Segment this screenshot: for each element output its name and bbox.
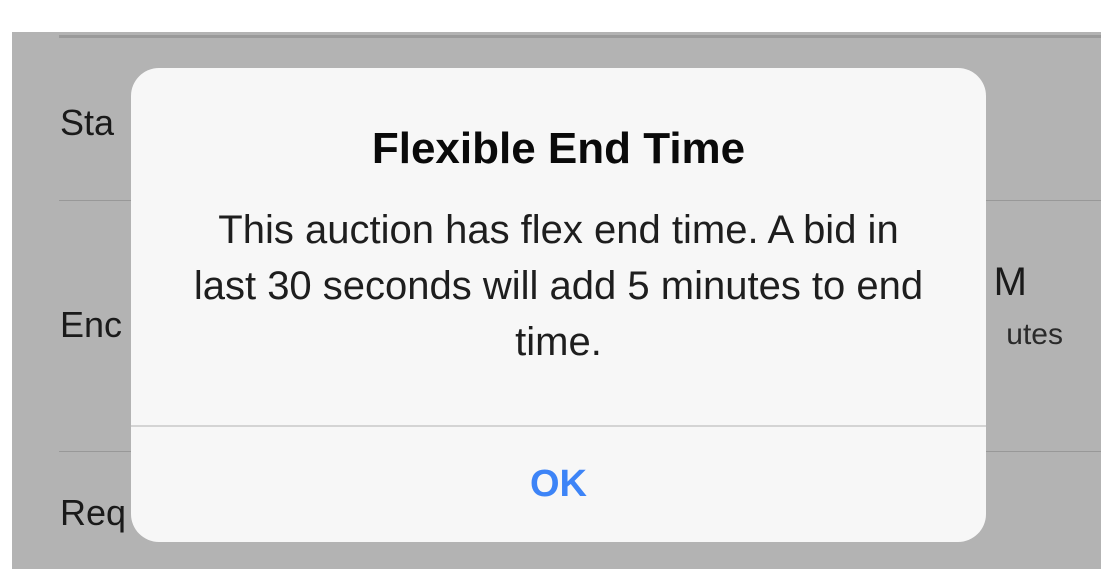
divider: [59, 35, 1101, 38]
ok-button[interactable]: OK: [131, 427, 986, 542]
row-label-end: Enc: [60, 304, 123, 345]
row-value-end: M: [993, 260, 1027, 304]
row-label-start: Sta: [60, 102, 115, 143]
page: Sta Enc M utes Req Flexible End Time Thi…: [0, 0, 1101, 569]
row-subtext-end: utes: [1006, 318, 1063, 351]
dialog-title: Flexible End Time: [371, 124, 746, 173]
dialog-message: This auction has flex end time. A bid in…: [193, 208, 924, 364]
alert-dialog: Flexible End Time This auction has flex …: [131, 68, 986, 542]
row-label-required: Req: [60, 492, 127, 533]
